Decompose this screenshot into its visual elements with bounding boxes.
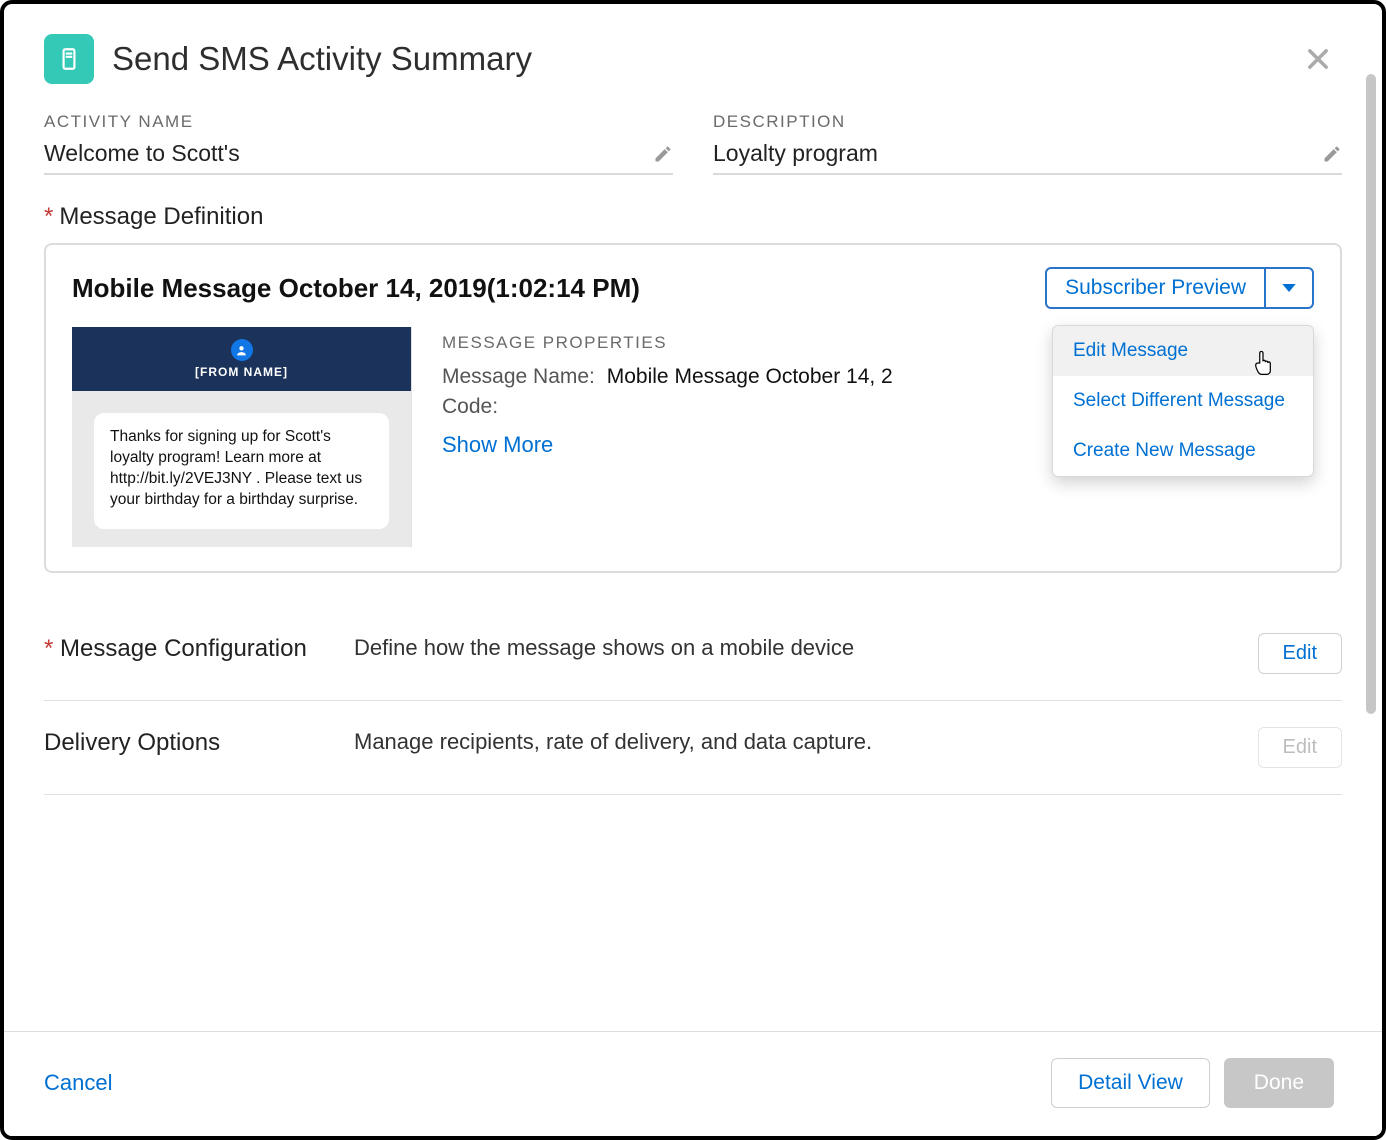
subscriber-preview-control: Subscriber Preview bbox=[1045, 267, 1314, 309]
cancel-button[interactable]: Cancel bbox=[44, 1070, 112, 1096]
phone-preview: [FROM NAME] Thanks for signing up for Sc… bbox=[72, 327, 412, 547]
edit-activity-name-icon[interactable] bbox=[653, 144, 673, 164]
edit-description-icon[interactable] bbox=[1322, 144, 1342, 164]
activity-name-value: Welcome to Scott's bbox=[44, 140, 240, 167]
close-icon[interactable] bbox=[1304, 45, 1332, 73]
subscriber-preview-button[interactable]: Subscriber Preview bbox=[1045, 267, 1266, 309]
activity-name-label: ACTIVITY NAME bbox=[44, 112, 673, 132]
modal-frame: Send SMS Activity Summary ACTIVITY NAME … bbox=[0, 0, 1386, 1140]
description-value: Loyalty program bbox=[713, 140, 878, 167]
scrollbar[interactable] bbox=[1366, 74, 1376, 714]
subscriber-preview-caret[interactable] bbox=[1266, 267, 1314, 309]
edit-delivery-options-button: Edit bbox=[1258, 727, 1342, 768]
description-field: DESCRIPTION Loyalty program bbox=[713, 112, 1342, 175]
card-head: Mobile Message October 14, 2019(1:02:14 … bbox=[72, 267, 1314, 309]
message-configuration-heading: * Message Configuration bbox=[44, 633, 324, 664]
modal-content: Send SMS Activity Summary ACTIVITY NAME … bbox=[4, 4, 1382, 1136]
dropdown-select-different[interactable]: Select Different Message bbox=[1053, 376, 1313, 426]
phone-header: [FROM NAME] bbox=[72, 327, 411, 391]
meta-row: ACTIVITY NAME Welcome to Scott's DESCRIP… bbox=[44, 112, 1342, 175]
required-asterisk: * bbox=[44, 203, 53, 231]
message-definition-heading: * Message Definition bbox=[44, 203, 1342, 231]
required-asterisk: * bbox=[44, 635, 53, 662]
dropdown-edit-message[interactable]: Edit Message bbox=[1053, 326, 1313, 376]
from-name: [FROM NAME] bbox=[195, 365, 288, 379]
avatar-icon bbox=[231, 339, 253, 361]
activity-name-field: ACTIVITY NAME Welcome to Scott's bbox=[44, 112, 673, 175]
delivery-options-desc: Manage recipients, rate of delivery, and… bbox=[354, 727, 1228, 755]
modal-footer: Cancel Detail View Done bbox=[4, 1031, 1382, 1136]
message-configuration-desc: Define how the message shows on a mobile… bbox=[354, 633, 1228, 661]
message-definition-card: Mobile Message October 14, 2019(1:02:14 … bbox=[44, 243, 1342, 573]
message-definition-label: Message Definition bbox=[59, 203, 263, 231]
sms-app-icon bbox=[44, 34, 94, 84]
dropdown-create-new[interactable]: Create New Message bbox=[1053, 426, 1313, 476]
modal-title: Send SMS Activity Summary bbox=[112, 40, 532, 78]
delivery-options-row: Delivery Options Manage recipients, rate… bbox=[44, 701, 1342, 795]
delivery-options-heading: Delivery Options bbox=[44, 727, 324, 758]
description-label: DESCRIPTION bbox=[713, 112, 1342, 132]
sms-bubble: Thanks for signing up for Scott's loyalt… bbox=[94, 413, 389, 529]
done-button: Done bbox=[1224, 1058, 1334, 1108]
message-configuration-row: * Message Configuration Define how the m… bbox=[44, 607, 1342, 701]
message-title: Mobile Message October 14, 2019(1:02:14 … bbox=[72, 273, 640, 304]
detail-view-button[interactable]: Detail View bbox=[1051, 1058, 1210, 1108]
edit-message-configuration-button[interactable]: Edit bbox=[1258, 633, 1342, 674]
modal-header: Send SMS Activity Summary bbox=[44, 34, 1342, 84]
show-more-link[interactable]: Show More bbox=[442, 429, 553, 461]
preview-dropdown: Edit Message Select Different Message Cr… bbox=[1052, 325, 1314, 477]
